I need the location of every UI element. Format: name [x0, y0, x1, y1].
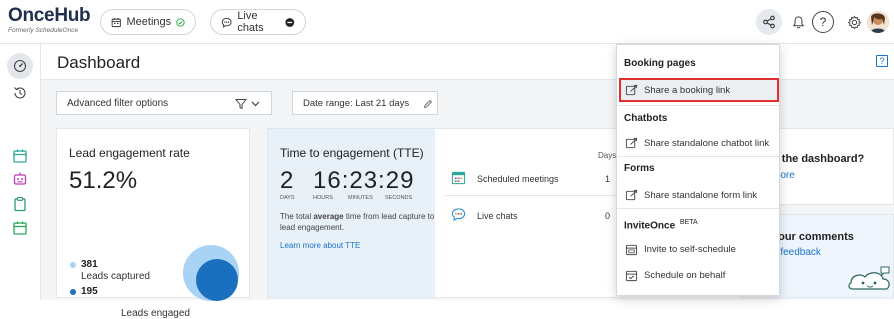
card-title: Lead engagement rate	[69, 146, 190, 160]
top-bar: OnceHub Formerly ScheduleOnce Meetings L…	[0, 0, 894, 44]
chatbot-icon[interactable]	[12, 171, 28, 187]
logo-subtitle: Formerly ScheduleOnce	[8, 27, 79, 34]
beta-badge: BETA	[679, 219, 698, 226]
calendar-grid-icon	[451, 171, 466, 185]
live-chats-row-label: Live chats	[477, 211, 518, 221]
inviteonce-label: InviteOnce	[624, 220, 676, 232]
user-avatar[interactable]	[867, 11, 889, 33]
date-range-label: Date range: Last 21 days	[303, 98, 410, 109]
feedback-illustration	[848, 266, 890, 290]
share-link-icon	[625, 189, 638, 200]
engagement-bubble-chart	[183, 245, 239, 301]
schedule-on-behalf-item[interactable]: Schedule on behalf	[621, 265, 777, 285]
tte-days-value: 2	[280, 167, 294, 194]
schedule-calendar-icon[interactable]	[12, 220, 28, 236]
logo-text: OnceHub	[8, 5, 91, 26]
share-link-icon	[625, 137, 638, 148]
check-circle-icon	[176, 17, 185, 27]
captured-label: Leads captured	[81, 271, 150, 282]
bell-icon	[792, 15, 804, 28]
chat-bubble-icon	[221, 17, 232, 28]
date-range-field[interactable]: Date range: Last 21 days	[292, 91, 438, 115]
filter-funnel-icon	[235, 99, 247, 110]
forms-clipboard-icon[interactable]	[12, 196, 28, 212]
meetings-button[interactable]: Meetings	[100, 9, 196, 35]
engaged-label-text: Leads engaged	[121, 308, 190, 319]
share-dropdown-menu: Booking pages Share a booking link Chatb…	[616, 44, 780, 296]
channels-card: Days Scheduled meetings 1 Live chats 0	[435, 128, 623, 298]
left-sidebar	[0, 44, 41, 300]
engagement-rate-value: 51.2%	[69, 167, 138, 194]
advanced-filter-dropdown[interactable]: Advanced filter options	[56, 91, 272, 115]
captured-count: 381	[81, 259, 98, 270]
calendar-invite-icon	[625, 244, 638, 255]
tte-desc-bold: average	[313, 212, 344, 221]
days-column-header: Days	[598, 151, 617, 160]
captured-legend-dot	[70, 262, 76, 268]
engaged-count: 195	[81, 286, 98, 297]
schedule-on-behalf-label: Schedule on behalf	[644, 269, 726, 281]
chat-dots-icon	[451, 208, 466, 222]
minus-circle-icon	[285, 17, 295, 27]
sidebar-item-dashboard[interactable]	[7, 53, 33, 79]
tte-minutes-unit: MINUTES	[348, 195, 373, 201]
notifications-button[interactable]	[787, 11, 809, 33]
learn-more-tte-link[interactable]: Learn more about TTE	[280, 241, 360, 250]
menu-divider	[617, 208, 779, 209]
share-form-link-item[interactable]: Share standalone form link	[621, 185, 777, 205]
oncehub-logo[interactable]: OnceHub Formerly ScheduleOnce	[8, 5, 91, 35]
lead-engagement-card: Lead engagement rate 51.2% 381 Leads cap…	[56, 128, 250, 301]
scheduled-meetings-label: Scheduled meetings	[477, 174, 559, 184]
share-booking-link-label: Share a booking link	[644, 84, 731, 96]
share-icon	[763, 15, 775, 29]
menu-divider	[617, 105, 779, 106]
row-divider	[445, 195, 621, 196]
booking-pages-header: Booking pages	[624, 58, 696, 69]
calendar-icon[interactable]	[12, 148, 28, 164]
share-chatbot-link-label: Share standalone chatbot link	[644, 137, 770, 149]
meetings-label: Meetings	[126, 16, 172, 28]
tte-seconds-unit: SECONDS	[385, 195, 413, 201]
inviteonce-header: InviteOnce BETA	[624, 219, 698, 231]
page-help-icon[interactable]: ?	[876, 55, 888, 67]
tte-title: Time to engagement (TTE)	[280, 146, 424, 160]
share-link-icon	[625, 84, 638, 95]
chevron-down-icon	[251, 101, 260, 107]
invite-self-schedule-item[interactable]: Invite to self-schedule	[621, 239, 777, 259]
invite-self-schedule-label: Invite to self-schedule	[644, 243, 736, 255]
gear-icon	[847, 15, 861, 29]
settings-button[interactable]	[843, 11, 865, 33]
pencil-icon	[423, 99, 433, 109]
scheduled-meetings-value: 1	[605, 174, 611, 184]
page-title: Dashboard	[57, 53, 141, 72]
dashboard-gauge-icon	[13, 59, 27, 73]
live-chats-button[interactable]: Live chats	[210, 9, 306, 35]
share-booking-link-item[interactable]: Share a booking link	[619, 78, 779, 102]
calendar-check-icon	[625, 270, 638, 281]
tte-days-unit: DAYS	[280, 195, 295, 201]
menu-divider	[617, 156, 779, 157]
share-chatbot-link-item[interactable]: Share standalone chatbot link	[621, 133, 777, 153]
chatbots-header: Chatbots	[624, 113, 668, 124]
forms-header: Forms	[624, 163, 655, 174]
tte-time-value: 16:23:29	[313, 167, 415, 194]
engaged-legend-dot	[70, 289, 76, 295]
help-button[interactable]: ?	[812, 11, 834, 33]
share-form-link-label: Share standalone form link	[644, 189, 758, 201]
history-icon[interactable]	[12, 85, 28, 101]
tte-hours-unit: HOURS	[313, 195, 333, 201]
avatar-image	[867, 11, 889, 33]
live-chats-row-value: 0	[605, 211, 611, 221]
tte-description: The total average time from lead capture…	[280, 211, 440, 233]
promo-text-1: o the dashboard?	[772, 153, 865, 165]
tte-card: Time to engagement (TTE) 2 16:23:29 DAYS…	[267, 128, 451, 298]
tte-desc-pre: The total	[280, 212, 314, 221]
live-chats-label: Live chats	[237, 10, 264, 34]
calendar-icon	[111, 17, 121, 27]
filter-label: Advanced filter options	[67, 98, 169, 109]
promo-text-3: your comments	[772, 231, 854, 243]
share-button[interactable]	[756, 9, 782, 35]
